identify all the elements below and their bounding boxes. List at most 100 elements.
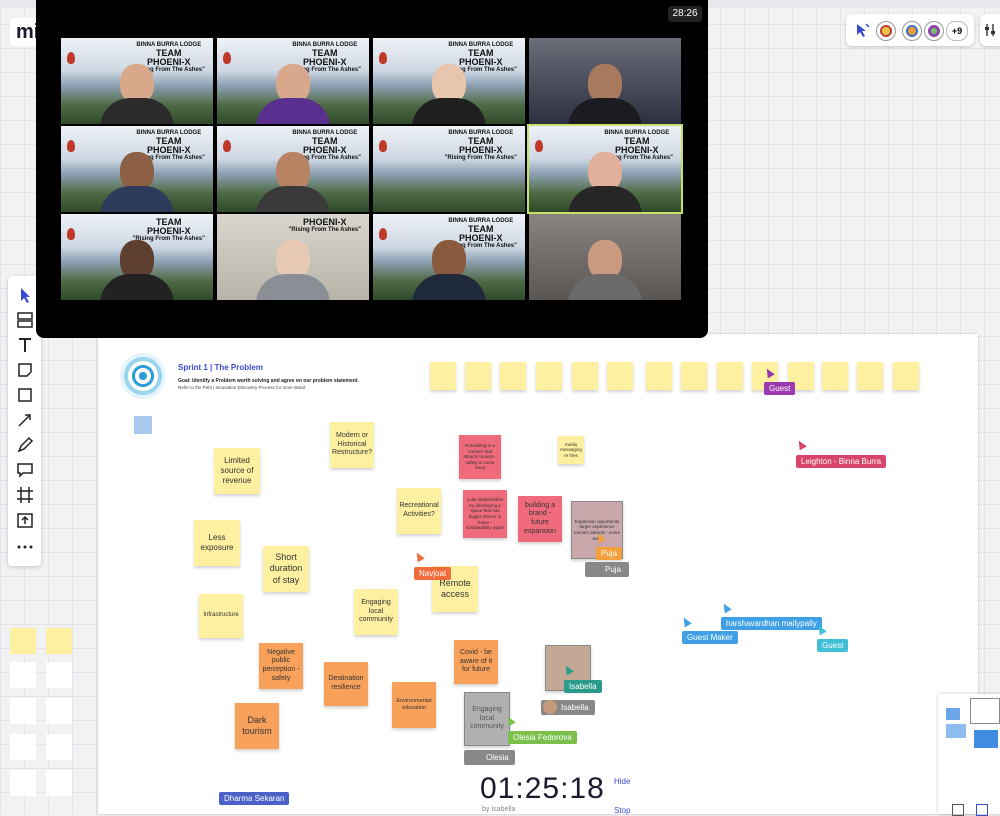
- canvas-sticky[interactable]: [10, 662, 36, 688]
- participant-tile[interactable]: BINNA BURRA LODGE TEAM PHOENI-X "Rising Fro…: [373, 214, 525, 300]
- video-call-window[interactable]: 28:26 BINNA BURRA LODGE TEAM PHOENI-X "Risi…: [36, 0, 708, 338]
- select-tool-icon[interactable]: [14, 284, 36, 306]
- sticky-note[interactable]: Dark tourism: [235, 703, 279, 749]
- cursor-label: Leighton - Binna Burra: [796, 455, 887, 468]
- frame-goal: Goal: Identify a Problem worth solving a…: [178, 378, 359, 384]
- sticky-note[interactable]: Engaging local community: [354, 589, 398, 635]
- sticky-note[interactable]: building a brand - future expansion: [518, 496, 562, 542]
- participant-tile[interactable]: BINNA BURRA LODGE TEAM PHOENI-X "Rising Fro…: [217, 126, 369, 212]
- more-tools-icon[interactable]: [14, 536, 36, 558]
- settings-button[interactable]: [980, 14, 1000, 46]
- timer-owner: by Isabella: [482, 806, 516, 813]
- canvas-sticky[interactable]: [46, 662, 72, 688]
- phoenix-logo: [223, 140, 231, 152]
- empty-sticky[interactable]: [681, 362, 707, 390]
- templates-tool-icon[interactable]: [14, 309, 36, 331]
- cursor-follow-icon[interactable]: [854, 22, 870, 38]
- sticky-note[interactable]: Luke stakeholders by developing a space …: [463, 490, 507, 538]
- sticky-note-tool-icon[interactable]: [14, 359, 36, 381]
- avatar[interactable]: [924, 21, 944, 41]
- empty-sticky[interactable]: [893, 362, 919, 390]
- participant-tile[interactable]: TEAM PHOENI-X "Rising From The Ashes": [61, 214, 213, 300]
- collaborators-bar[interactable]: +9: [846, 14, 974, 46]
- empty-sticky[interactable]: [717, 362, 743, 390]
- empty-sticky[interactable]: [822, 362, 848, 390]
- minimap-block: [974, 730, 998, 748]
- frame-title: Sprint 1 | The Problem: [178, 363, 263, 372]
- map-icon[interactable]: [976, 804, 988, 816]
- sticky-note[interactable]: Modern or Historical Restructure?: [330, 422, 374, 468]
- participant-tile[interactable]: BINNA BURRA LODGE TEAM PHOENI-X "Rising Fro…: [373, 126, 525, 212]
- avatar[interactable]: [902, 21, 922, 41]
- empty-sticky[interactable]: [465, 362, 491, 390]
- cursor-label: Guest Maker: [682, 631, 738, 644]
- canvas-sticky[interactable]: [46, 734, 72, 760]
- sticky-note[interactable]: Limited source of revenue: [214, 448, 260, 494]
- minimap-viewport[interactable]: [970, 698, 1000, 724]
- text-tool-icon[interactable]: [14, 334, 36, 356]
- cursor-label: Guest: [817, 639, 849, 652]
- canvas-sticky[interactable]: [10, 770, 36, 796]
- participant-tile[interactable]: [529, 214, 681, 300]
- connection-line-tool-icon[interactable]: [14, 409, 36, 431]
- more-collaborators-badge[interactable]: +9: [946, 21, 968, 41]
- sticky-note[interactable]: Environmental education: [392, 682, 436, 728]
- avatar[interactable]: [876, 21, 896, 41]
- phoenix-logo: [67, 52, 75, 64]
- canvas-sticky[interactable]: [46, 628, 72, 654]
- small-note[interactable]: [134, 416, 152, 434]
- sticky-note[interactable]: Covid - be aware of it for future: [454, 640, 498, 684]
- participant-tile[interactable]: BINNA BURRA LODGE TEAM PHOENI-X "Rising Fro…: [373, 38, 525, 124]
- canvas-sticky[interactable]: [10, 698, 36, 724]
- minimap[interactable]: [938, 694, 1000, 816]
- empty-sticky[interactable]: [572, 362, 598, 390]
- shape-tool-icon[interactable]: [14, 384, 36, 406]
- phoenix-logo: [67, 228, 75, 240]
- empty-sticky[interactable]: [430, 362, 456, 390]
- empty-sticky[interactable]: [646, 362, 672, 390]
- cursor-label: Dharma Sekaran: [219, 792, 290, 805]
- empty-sticky[interactable]: [536, 362, 562, 390]
- participant-tile[interactable]: BINNA BURRA LODGE TEAM PHOENI-X "Rising Fro…: [61, 126, 213, 212]
- phoenix-logo: [223, 52, 231, 64]
- sticky-note[interactable]: Less exposure: [194, 520, 240, 566]
- canvas-sticky[interactable]: [46, 698, 72, 724]
- frame-tool-icon[interactable]: [14, 484, 36, 506]
- participant-tile[interactable]: BINNA BURRA LODGE TEAM PHOENI-X "Rising Fro…: [61, 38, 213, 124]
- participant-tile[interactable]: PHOENI-X "Rising From The Ashes": [217, 214, 369, 300]
- canvas-sticky[interactable]: [46, 770, 72, 796]
- team-banner: PHOENI-X "Rising From The Ashes": [288, 217, 361, 234]
- participant-tile[interactable]: BINNA BURRA LODGE TEAM PHOENI-X "Rising Fro…: [217, 38, 369, 124]
- sticky-note[interactable]: Destination resilience: [324, 662, 368, 706]
- expand-icon[interactable]: [952, 804, 964, 816]
- participant-tile[interactable]: [529, 38, 681, 124]
- sticky-note[interactable]: Recreational Activities?: [397, 488, 441, 534]
- phoenix-logo: [379, 52, 387, 64]
- upload-tool-icon[interactable]: [14, 509, 36, 531]
- cursor-label: Puja: [596, 547, 623, 560]
- sticky-note[interactable]: Short duration of stay: [263, 546, 309, 592]
- sliders-icon: [985, 24, 995, 36]
- empty-sticky[interactable]: [607, 362, 633, 390]
- timer-hide-link[interactable]: Hide: [614, 777, 630, 786]
- phoenix-logo: [379, 140, 387, 152]
- empty-sticky[interactable]: [500, 362, 526, 390]
- sticky-note[interactable]: Rebuilding in a manner that attracts tou…: [459, 435, 501, 479]
- sticky-note[interactable]: Negative public perception - safety: [259, 643, 303, 689]
- sticky-note[interactable]: Engaging local community: [464, 692, 510, 746]
- empty-sticky[interactable]: [857, 362, 883, 390]
- selection-label: Puja: [585, 562, 630, 577]
- sticky-note[interactable]: media messaging re fires: [558, 436, 584, 464]
- canvas-sticky[interactable]: [10, 628, 36, 654]
- sticky-note[interactable]: Infrastructure: [199, 594, 243, 638]
- phoenix-logo: [379, 228, 387, 240]
- call-duration: 28:26: [668, 6, 702, 22]
- cursor-label: harshavardhan mailypally: [721, 617, 822, 630]
- selection-label: Olesia: [464, 750, 515, 765]
- canvas-sticky[interactable]: [10, 734, 36, 760]
- minimap-block: [946, 724, 966, 738]
- timer-display: 01:25:18: [480, 772, 605, 805]
- comment-tool-icon[interactable]: [14, 459, 36, 481]
- pen-tool-icon[interactable]: [14, 434, 36, 456]
- participant-tile-speaking[interactable]: BINNA BURRA LODGE TEAM PHOENI-X "Rising Fro…: [527, 124, 683, 214]
